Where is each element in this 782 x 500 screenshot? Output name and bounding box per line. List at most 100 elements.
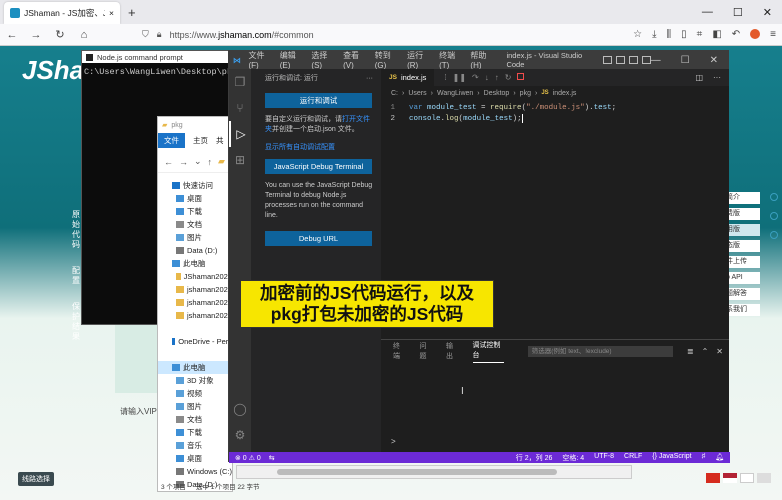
- layout-sidebar-icon[interactable]: [602, 56, 612, 64]
- tree-item[interactable]: 视频: [158, 387, 232, 400]
- up-arrow-icon[interactable]: ↑: [208, 157, 213, 167]
- vscode-close-button[interactable]: ✕: [710, 55, 718, 66]
- source-control-icon[interactable]: ⑂: [229, 95, 251, 121]
- panel-tab-terminal[interactable]: 终端: [393, 341, 406, 361]
- tree-item[interactable]: 快速访问: [158, 179, 232, 192]
- tree-item[interactable]: 音乐: [158, 439, 232, 452]
- debug-console-filter[interactable]: 筛选器(例如 text、!exclude): [527, 345, 673, 357]
- tree-item[interactable]: 桌面: [158, 452, 232, 465]
- layout-secondary-icon[interactable]: [628, 56, 638, 64]
- more-actions-icon[interactable]: ···: [366, 75, 373, 82]
- forward-arrow-icon[interactable]: →: [179, 157, 188, 167]
- extensions-icon[interactable]: ⊞: [229, 147, 251, 173]
- breadcrumb-item[interactable]: pkg: [520, 90, 531, 97]
- tree-item[interactable]: 图片: [158, 231, 232, 244]
- more-actions-icon[interactable]: ···: [713, 73, 721, 82]
- back-arrow-icon[interactable]: ←: [164, 157, 173, 167]
- line-ending[interactable]: CRLF: [624, 453, 642, 463]
- panel-tab-output[interactable]: 输出: [446, 341, 459, 361]
- home-icon[interactable]: ⌂: [78, 29, 90, 41]
- forward-arrow-icon[interactable]: →: [30, 29, 42, 41]
- encoding[interactable]: UTF-8: [594, 453, 614, 463]
- menu-item[interactable]: 编辑(E): [280, 50, 302, 70]
- tree-item[interactable]: JShaman2021: [158, 270, 232, 283]
- panel-tab-problems[interactable]: 问题: [420, 341, 433, 361]
- tree-item[interactable]: 文档: [158, 413, 232, 426]
- menu-item[interactable]: 选择(S): [311, 50, 333, 70]
- tree-item[interactable]: 桌面: [158, 192, 232, 205]
- line-select-button[interactable]: 线路选择: [18, 472, 54, 486]
- horizontal-scrollbar[interactable]: [236, 465, 632, 479]
- menu-icon[interactable]: ≡: [770, 29, 776, 40]
- notifications-bell-icon[interactable]: 🔔︎: [715, 453, 724, 463]
- breadcrumb-item[interactable]: WangLiwen: [437, 90, 473, 97]
- bookmark-star-icon[interactable]: ☆: [633, 29, 642, 40]
- downloads-icon[interactable]: ⤓: [652, 29, 656, 40]
- pause-icon[interactable]: ❚❚: [453, 73, 466, 82]
- split-editor-icon[interactable]: ◫: [695, 73, 703, 82]
- dot-icon[interactable]: [770, 193, 778, 201]
- window-maximize-button[interactable]: ☐: [733, 6, 743, 19]
- cursor-position[interactable]: 行 2，列 26: [516, 453, 553, 463]
- close-panel-icon[interactable]: ✕: [716, 347, 723, 356]
- tree-item[interactable]: jshaman2021: [158, 283, 232, 296]
- tree-item[interactable]: jshaman2021: [158, 296, 232, 309]
- china-flag-icon[interactable]: [706, 473, 720, 483]
- library-icon[interactable]: ⫼: [667, 29, 672, 40]
- tree-item[interactable]: jshaman2021: [158, 309, 232, 322]
- breadcrumb-item[interactable]: C:: [391, 90, 398, 97]
- problems-status[interactable]: ⊗ 0 ⚠ 0: [235, 454, 261, 462]
- editor-tab-index-js[interactable]: JS index.js: [381, 69, 435, 86]
- tab-close-icon[interactable]: ×: [109, 8, 114, 18]
- run-debug-icon[interactable]: ▷: [229, 121, 251, 147]
- menu-item[interactable]: 文件(F): [248, 50, 269, 70]
- debug-url-button[interactable]: Debug URL: [265, 231, 372, 246]
- stop-icon[interactable]: [517, 73, 525, 80]
- maximize-panel-icon[interactable]: ⌃: [702, 347, 709, 356]
- cmd-prompt[interactable]: C:\Users\WangLiwen\Desktop\pkg>: [82, 63, 250, 81]
- tree-item[interactable]: OneDrive - Pers: [158, 335, 232, 348]
- tab-share[interactable]: 共: [216, 135, 224, 146]
- dot-icon[interactable]: [770, 212, 778, 220]
- tree-item[interactable]: 下载: [158, 205, 232, 218]
- drag-handle-icon[interactable]: ⁞: [444, 73, 446, 82]
- language-mode[interactable]: {} JavaScript: [652, 453, 691, 463]
- japan-flag-icon[interactable]: [740, 473, 754, 483]
- scrollbar-thumb[interactable]: [277, 469, 557, 475]
- firefox-account-icon[interactable]: [750, 29, 761, 39]
- code-editor[interactable]: 1 var module_test = require("./module.js"…: [381, 100, 729, 124]
- tree-item[interactable]: 3D 对象: [158, 374, 232, 387]
- vip-input-label[interactable]: 请输入VIP: [120, 406, 157, 417]
- breadcrumb-item[interactable]: Users: [408, 90, 426, 97]
- step-into-icon[interactable]: ↓: [485, 73, 489, 82]
- window-minimize-button[interactable]: —: [702, 6, 713, 19]
- feedback-icon[interactable]: ♯: [702, 453, 706, 463]
- tree-item[interactable]: 此电脑: [158, 257, 232, 270]
- account-icon[interactable]: ◯: [229, 396, 251, 422]
- live-share-icon[interactable]: ⇆: [269, 454, 275, 462]
- tree-item[interactable]: 此电脑: [158, 361, 232, 374]
- back-arrow-icon[interactable]: ←: [6, 29, 18, 41]
- debug-console-prompt[interactable]: >: [391, 437, 396, 446]
- reload-icon[interactable]: ↻: [54, 28, 66, 41]
- undo-icon[interactable]: ↶: [732, 29, 740, 40]
- menu-item[interactable]: 帮助(H): [470, 50, 492, 70]
- layout-custom-icon[interactable]: [641, 56, 651, 64]
- layout-panel-icon[interactable]: [615, 56, 625, 64]
- tree-item[interactable]: [158, 322, 232, 335]
- indentation[interactable]: 空格: 4: [562, 453, 584, 463]
- crop-icon[interactable]: ⌗: [697, 29, 703, 40]
- sidebar-icon[interactable]: ▯: [681, 29, 687, 40]
- dot-icon[interactable]: [770, 231, 778, 239]
- breadcrumb-item[interactable]: index.js: [553, 90, 577, 97]
- restart-icon[interactable]: ↻: [505, 73, 512, 82]
- us-flag-icon[interactable]: [723, 473, 737, 483]
- tab-file[interactable]: 文件: [158, 132, 185, 148]
- js-debug-terminal-button[interactable]: JavaScript Debug Terminal: [265, 159, 372, 174]
- tree-item[interactable]: 图片: [158, 400, 232, 413]
- tree-item[interactable]: Data (D:): [158, 244, 232, 257]
- breadcrumb-item[interactable]: Desktop: [484, 90, 510, 97]
- tree-item[interactable]: Windows (C:): [158, 465, 232, 478]
- tab-home[interactable]: 主页: [185, 133, 216, 148]
- run-and-debug-button[interactable]: 运行和调试: [265, 93, 372, 108]
